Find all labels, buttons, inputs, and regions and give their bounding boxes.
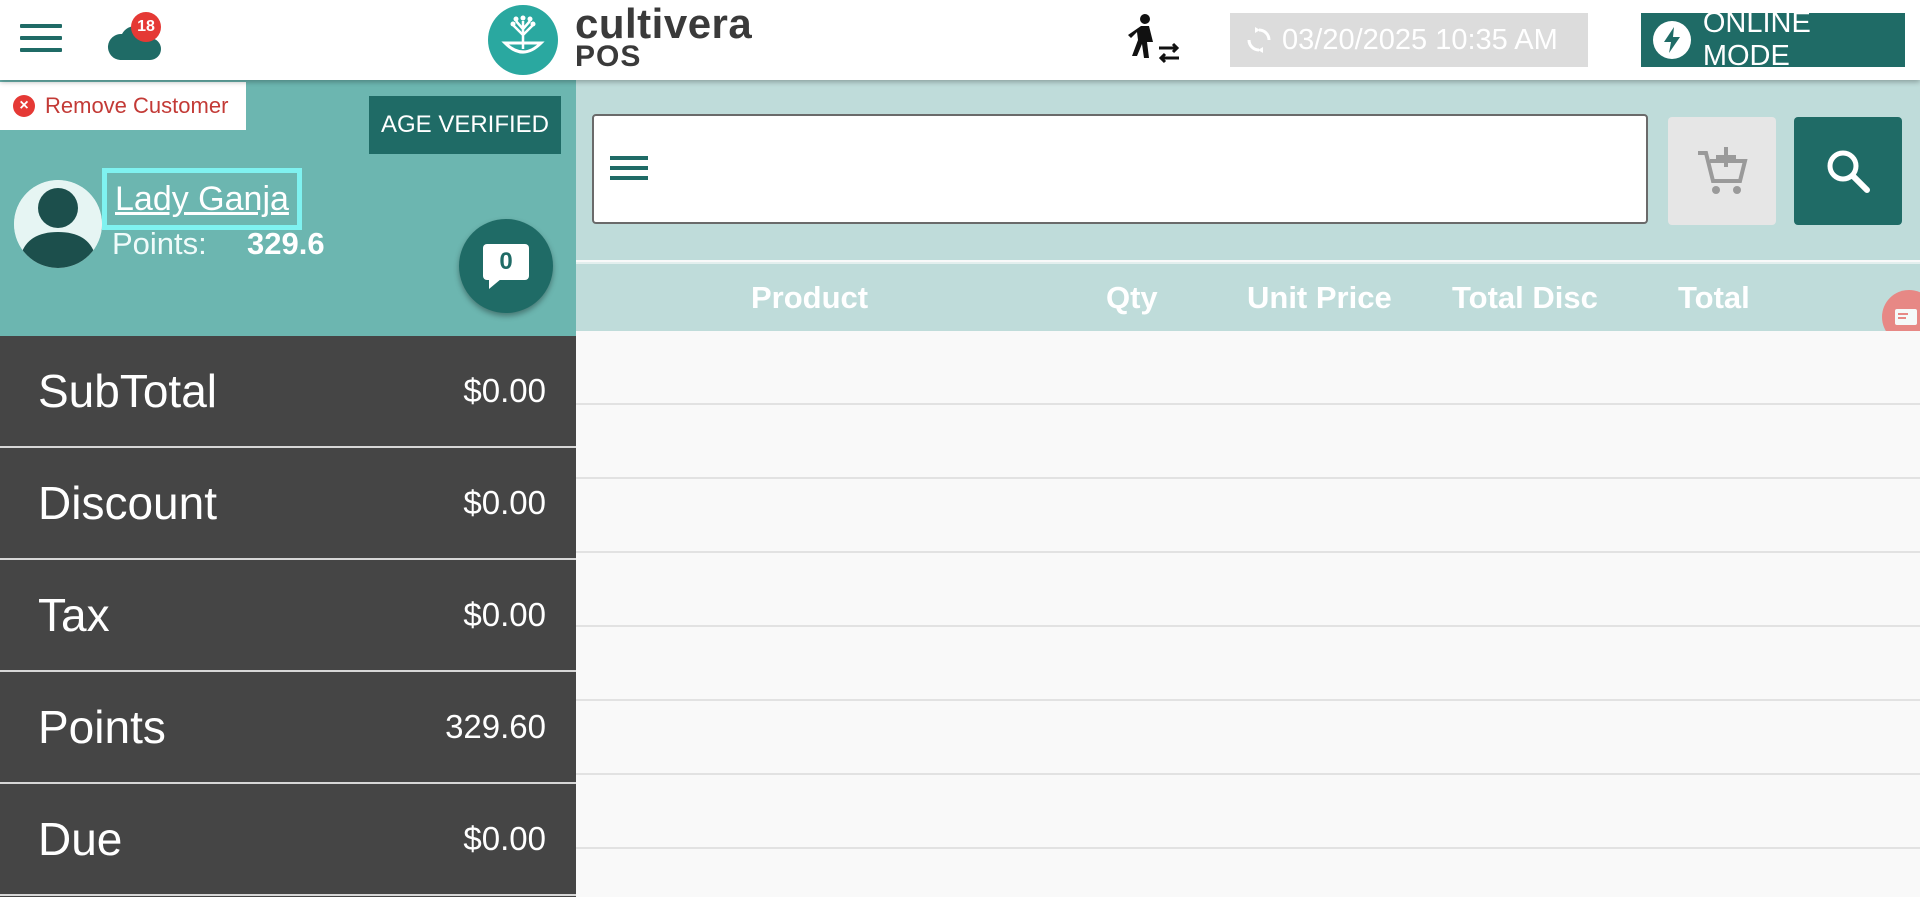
sync-datetime-display: 03/20/2025 10:35 AM	[1230, 13, 1588, 67]
walk-in-switch-icon[interactable]	[1125, 12, 1183, 70]
column-qty: Qty	[1106, 280, 1158, 315]
subtotal-value: $0.00	[463, 372, 546, 409]
online-mode-button[interactable]: ONLINE MODE	[1641, 7, 1905, 72]
remove-customer-label: Remove Customer	[45, 93, 229, 118]
column-product: Product	[751, 280, 869, 315]
tax-label: Tax	[38, 589, 110, 641]
subtotal-row: SubTotal $0.00	[0, 336, 576, 448]
datetime-text: 03/20/2025 10:35 AM	[1282, 23, 1558, 56]
subtotal-label: SubTotal	[38, 365, 218, 417]
tax-row: Tax $0.00	[0, 560, 576, 672]
brand-logo-text: cultivera POS	[575, 2, 752, 72]
points-value: 329.6	[247, 226, 325, 261]
cart-table-header: Product Qty Unit Price Total Disc Total	[576, 262, 1920, 331]
points-row: Points 329.60	[0, 672, 576, 784]
messages-button[interactable]: 0	[459, 219, 553, 313]
points-total-label: Points	[38, 701, 166, 753]
search-icon	[1827, 150, 1870, 193]
points-total-value: 329.60	[445, 708, 546, 745]
table-row	[576, 775, 1920, 849]
message-count: 0	[483, 244, 529, 289]
table-row	[576, 331, 1920, 405]
remove-customer-button[interactable]: × Remove Customer	[0, 82, 246, 130]
online-mode-label: ONLINE MODE	[1702, 7, 1811, 72]
customer-name-link[interactable]: Lady Ganja	[102, 168, 302, 230]
customer-panel: × Remove Customer AGE VERIFIED Lady Ganj…	[0, 80, 576, 336]
product-search-input[interactable]	[664, 126, 1638, 214]
search-button[interactable]	[1794, 117, 1902, 225]
discount-label: Discount	[38, 477, 217, 529]
due-value: $0.00	[463, 820, 546, 857]
discount-value: $0.00	[463, 484, 546, 521]
cart-table-body	[576, 331, 1920, 897]
customer-avatar	[14, 180, 102, 268]
table-row	[576, 479, 1920, 553]
sync-count-badge: 18	[131, 12, 161, 42]
due-label: Due	[38, 813, 123, 865]
column-unit-price: Unit Price	[1247, 280, 1392, 315]
column-total: Total	[1678, 280, 1750, 315]
table-row	[576, 627, 1920, 701]
product-search-area	[576, 80, 1920, 260]
totals-panel: SubTotal $0.00 Discount $0.00 Tax $0.00 …	[0, 336, 576, 897]
add-cart-icon	[1698, 147, 1748, 194]
cultivera-logo-icon	[488, 5, 558, 75]
discount-row: Discount $0.00	[0, 448, 576, 560]
bolt-icon	[1653, 21, 1691, 59]
age-verified-button[interactable]: AGE VERIFIED	[369, 96, 561, 154]
table-row	[576, 405, 1920, 479]
due-row: Due $0.00	[0, 784, 576, 896]
table-row	[576, 553, 1920, 627]
add-to-cart-button[interactable]	[1668, 117, 1776, 225]
tax-value: $0.00	[463, 596, 546, 633]
sync-icon	[1247, 27, 1271, 53]
points-label: Points:	[112, 226, 207, 261]
column-total-disc: Total Disc	[1452, 280, 1598, 315]
receipt-icon	[1895, 309, 1917, 325]
table-row	[576, 701, 1920, 775]
main-menu-icon[interactable]	[20, 24, 62, 56]
search-menu-icon[interactable]	[610, 156, 648, 186]
search-box	[592, 114, 1648, 224]
remove-icon: ×	[13, 95, 35, 117]
top-bar: 18 cultivera POS 03/20/2025 10:35 AM ONL…	[0, 0, 1920, 80]
